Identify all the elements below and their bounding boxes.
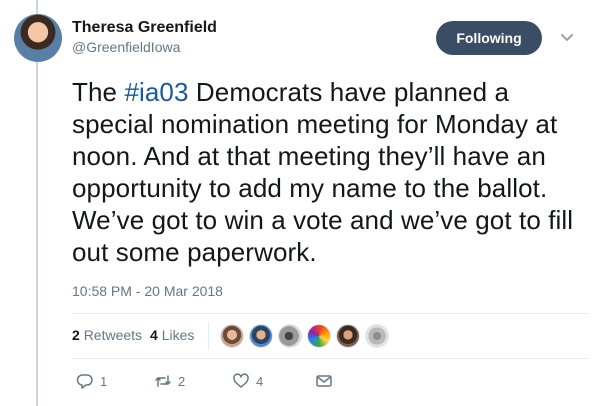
- tweet-timestamp[interactable]: 10:58 PM - 20 Mar 2018: [72, 283, 223, 299]
- liker-avatar[interactable]: [249, 324, 273, 348]
- tweet-text-start: The: [72, 77, 125, 107]
- liker-avatar[interactable]: [336, 324, 360, 348]
- like-count: 4: [256, 373, 264, 389]
- hashtag-link[interactable]: #ia03: [124, 77, 188, 107]
- tweet-header: Theresa Greenfield @GreenfieldIowa Follo…: [14, 14, 588, 66]
- direct-message-button[interactable]: [315, 372, 333, 390]
- tweet-text: The #ia03 Democrats have planned a speci…: [72, 76, 588, 268]
- likers-avatars: [220, 324, 389, 348]
- chevron-down-icon[interactable]: [558, 28, 576, 46]
- retweet-count: 2: [178, 373, 186, 389]
- display-name[interactable]: Theresa Greenfield: [72, 18, 217, 38]
- reply-icon: [76, 374, 93, 389]
- screen-name[interactable]: @GreenfieldIowa: [72, 38, 217, 56]
- envelope-icon: [316, 375, 332, 387]
- retweets-count: 2: [72, 327, 80, 343]
- stats-separator: [208, 322, 209, 350]
- tweet-actions: 1 2 4: [72, 372, 372, 392]
- liker-avatar[interactable]: [307, 324, 331, 348]
- liker-avatar[interactable]: [365, 324, 389, 348]
- author-names[interactable]: Theresa Greenfield @GreenfieldIowa: [72, 18, 217, 56]
- retweet-button[interactable]: 2: [154, 372, 185, 390]
- reply-count: 1: [100, 373, 108, 389]
- retweets-label: Retweets: [83, 327, 143, 343]
- liker-avatar[interactable]: [278, 324, 302, 348]
- likes-label: Likes: [161, 327, 195, 343]
- following-button[interactable]: Following: [436, 21, 542, 55]
- like-button[interactable]: 4: [232, 372, 263, 390]
- divider: [72, 313, 588, 314]
- retweet-icon: [155, 375, 171, 387]
- divider: [72, 358, 588, 359]
- likes-stat[interactable]: 4 Likes: [150, 327, 194, 343]
- retweets-stat[interactable]: 2 Retweets: [72, 327, 142, 343]
- tweet-stats: 2 Retweets 4 Likes: [72, 327, 194, 343]
- heart-icon: [233, 373, 249, 388]
- avatar[interactable]: [14, 14, 62, 62]
- liker-avatar[interactable]: [220, 324, 244, 348]
- reply-button[interactable]: 1: [76, 372, 107, 390]
- likes-count: 4: [150, 327, 158, 343]
